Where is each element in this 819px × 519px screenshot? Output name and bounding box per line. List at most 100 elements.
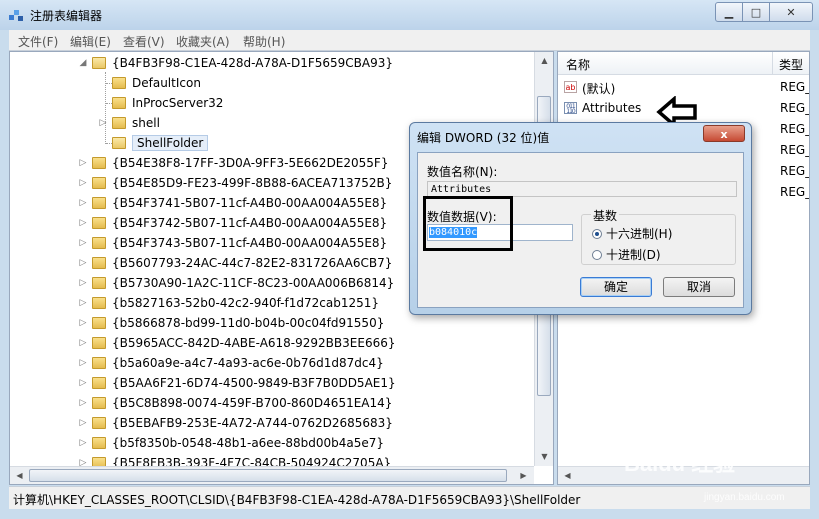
tree-node-label: {B54F3742-5B07-11cf-A4B0-00AA004A55E8} bbox=[112, 216, 388, 230]
tree-node-label: {B5C8B898-0074-459F-B700-860D4651EA14} bbox=[112, 396, 393, 410]
tree-node-label: {B5730A90-1A2C-11CF-8C23-00AA006B6814} bbox=[112, 276, 395, 290]
value-type: REG_ bbox=[780, 101, 810, 115]
expand-arrow-icon[interactable]: ▷ bbox=[78, 218, 88, 228]
tree-node-label: {b5f8350b-0548-48b1-a6ee-88bd00b4a5e7} bbox=[112, 436, 385, 450]
tree-node-label: {B54F3743-5B07-11cf-A4B0-00AA004A55E8} bbox=[112, 236, 388, 250]
watermark-url: jingyan.baidu.com bbox=[704, 492, 785, 503]
tree-node[interactable]: ▷ {B5607793-24AC-44c7-82E2-831726AA6CB7} bbox=[78, 253, 393, 273]
collapse-arrow-icon[interactable]: ◢ bbox=[78, 58, 88, 68]
expand-arrow-icon[interactable]: ▷ bbox=[78, 378, 88, 388]
list-header: 名称 类型 bbox=[558, 52, 809, 75]
menu-help[interactable]: 帮助(H) bbox=[243, 33, 285, 50]
tree-node[interactable]: ▷ {B54E38F8-17FF-3D0A-9FF3-5E662DE2055F} bbox=[78, 153, 389, 173]
column-divider[interactable] bbox=[772, 52, 773, 74]
status-bar: 计算机\HKEY_CLASSES_ROOT\CLSID\{B4FB3F98-C1… bbox=[9, 486, 810, 509]
expand-arrow-icon[interactable]: ▷ bbox=[78, 438, 88, 448]
folder-icon bbox=[92, 397, 106, 409]
folder-icon bbox=[92, 257, 106, 269]
radio-hex-label: 十六进制(H) bbox=[606, 227, 673, 241]
close-button[interactable]: ✕ bbox=[770, 2, 813, 22]
scroll-left-arrow-icon[interactable]: ◀ bbox=[11, 467, 28, 484]
folder-icon bbox=[92, 177, 106, 189]
expand-arrow-icon[interactable]: ▷ bbox=[78, 318, 88, 328]
tree-node-label-selected: ShellFolder bbox=[132, 135, 209, 151]
registry-editor-icon bbox=[9, 10, 23, 21]
tree-node[interactable]: ▷ {b5866878-bd99-11d0-b04b-00c04fd91550} bbox=[78, 313, 385, 333]
expand-arrow-icon[interactable]: ▷ bbox=[98, 118, 108, 128]
tree-node-label: {B5607793-24AC-44c7-82E2-831726AA6CB7} bbox=[112, 256, 393, 270]
tree-node[interactable]: ▷ {b5827163-52b0-42c2-940f-f1d72cab1251} bbox=[78, 293, 379, 313]
radio-hexadecimal[interactable]: 十六进制(H) bbox=[592, 225, 672, 242]
value-name-label: 数值名称(N): bbox=[427, 165, 498, 179]
expand-arrow-icon[interactable]: ▷ bbox=[78, 358, 88, 368]
tree-node[interactable]: ▷ {B5C8B898-0074-459F-B700-860D4651EA14} bbox=[78, 393, 393, 413]
tree-node-label: {B54F3741-5B07-11cf-A4B0-00AA004A55E8} bbox=[112, 196, 388, 210]
dialog-title: 编辑 DWORD (32 位)值 bbox=[417, 131, 550, 145]
tree-node-label: InProcServer32 bbox=[132, 96, 224, 110]
expand-arrow-icon[interactable]: ▷ bbox=[78, 258, 88, 268]
expand-arrow-icon[interactable]: ▷ bbox=[78, 178, 88, 188]
tree-node[interactable]: ▷ {B54E85D9-FE23-499F-8B88-6ACEA713752B} bbox=[78, 173, 393, 193]
tree-node[interactable]: ▷ {B5965ACC-842D-4ABE-A618-9292BB3EE666} bbox=[78, 333, 396, 353]
ok-button[interactable]: 确定 bbox=[580, 277, 652, 297]
radio-dec-label: 十进制(D) bbox=[606, 248, 661, 262]
maximize-button[interactable]: □ bbox=[743, 2, 770, 22]
scroll-up-arrow-icon[interactable]: ▲ bbox=[535, 52, 553, 69]
tree-node[interactable]: ▷ {b5f8350b-0548-48b1-a6ee-88bd00b4a5e7} bbox=[78, 433, 385, 453]
scroll-right-arrow-icon[interactable]: ▶ bbox=[515, 467, 532, 484]
menu-file[interactable]: 文件(F) bbox=[18, 33, 58, 50]
expand-arrow-icon[interactable]: ▷ bbox=[78, 418, 88, 428]
expand-arrow-icon[interactable]: ▷ bbox=[78, 238, 88, 248]
folder-icon bbox=[112, 77, 126, 89]
folder-icon bbox=[92, 197, 106, 209]
tree-node[interactable]: ▷ {B5EBAFB9-253E-4A72-A744-0762D2685683} bbox=[78, 413, 393, 433]
folder-icon bbox=[92, 317, 106, 329]
scroll-thumb[interactable] bbox=[29, 469, 507, 482]
tree-horizontal-scrollbar[interactable]: ◀ ▶ bbox=[10, 466, 534, 484]
scroll-left-arrow-icon[interactable]: ◀ bbox=[559, 467, 576, 484]
expand-arrow-icon[interactable]: ▷ bbox=[78, 398, 88, 408]
annotation-highlight-box bbox=[423, 196, 513, 251]
tree-node-label: {b5827163-52b0-42c2-940f-f1d72cab1251} bbox=[112, 296, 379, 310]
tree-node[interactable]: ▷ {B54F3743-5B07-11cf-A4B0-00AA004A55E8} bbox=[78, 233, 388, 253]
menu-edit[interactable]: 编辑(E) bbox=[70, 33, 111, 50]
scroll-down-arrow-icon[interactable]: ▼ bbox=[535, 448, 553, 465]
tree-node[interactable]: ▷ {b5a60a9e-a4c7-4a93-ac6e-0b76d1d87dc4} bbox=[78, 353, 384, 373]
tree-node-label: {b5a60a9e-a4c7-4a93-ac6e-0b76d1d87dc4} bbox=[112, 356, 384, 370]
value-name-field: Attributes bbox=[427, 181, 737, 197]
edit-dword-dialog: 编辑 DWORD (32 位)值 x 数值名称(N): Attributes 数… bbox=[409, 122, 752, 315]
menu-view[interactable]: 查看(V) bbox=[123, 33, 165, 50]
tree-node[interactable]: ▷ {B54F3742-5B07-11cf-A4B0-00AA004A55E8} bbox=[78, 213, 388, 233]
expand-arrow-icon[interactable]: ▷ bbox=[78, 278, 88, 288]
list-item[interactable]: ab (默认) REG_ bbox=[558, 77, 809, 98]
expand-arrow-icon[interactable]: ▷ bbox=[78, 338, 88, 348]
minimize-button[interactable]: ▁ bbox=[715, 2, 743, 22]
tree-node-label: {B4FB3F98-C1EA-428d-A78A-D1F5659CBA93} bbox=[112, 56, 394, 70]
tree-node-label: shell bbox=[132, 116, 160, 130]
tree-node[interactable]: ▷ {B5AA6F21-6D74-4500-9849-B3F7B0DD5AE1} bbox=[78, 373, 396, 393]
title-bar: 注册表编辑器 ▁ □ ✕ bbox=[0, 0, 819, 30]
tree-node-defaulticon[interactable]: DefaultIcon bbox=[112, 73, 201, 93]
radio-decimal[interactable]: 十进制(D) bbox=[592, 246, 661, 263]
expand-arrow-icon[interactable]: ▷ bbox=[78, 298, 88, 308]
column-header-name[interactable]: 名称 bbox=[566, 56, 590, 73]
folder-open-icon bbox=[92, 57, 106, 69]
expand-arrow-icon[interactable]: ▷ bbox=[78, 198, 88, 208]
tree-node-parent[interactable]: ◢ {B4FB3F98-C1EA-428d-A78A-D1F5659CBA93} bbox=[78, 53, 394, 73]
tree-node-shellfolder[interactable]: ShellFolder bbox=[112, 133, 209, 153]
dialog-close-button[interactable]: x bbox=[703, 125, 745, 142]
tree-node[interactable]: ▷ {B5730A90-1A2C-11CF-8C23-00AA006B6814} bbox=[78, 273, 395, 293]
tree-node-shell[interactable]: ▷ shell bbox=[98, 113, 160, 133]
cancel-button[interactable]: 取消 bbox=[663, 277, 735, 297]
folder-icon bbox=[92, 277, 106, 289]
tree-node[interactable]: ▷ {B54F3741-5B07-11cf-A4B0-00AA004A55E8} bbox=[78, 193, 388, 213]
menu-favorites[interactable]: 收藏夹(A) bbox=[176, 33, 230, 50]
tree-node-inprocserver32[interactable]: InProcServer32 bbox=[112, 93, 223, 113]
expand-arrow-icon[interactable]: ▷ bbox=[78, 158, 88, 168]
column-header-type[interactable]: 类型 bbox=[779, 56, 803, 73]
radio-unselected-icon bbox=[592, 249, 602, 260]
folder-icon bbox=[92, 357, 106, 369]
radio-selected-icon bbox=[592, 228, 602, 239]
folder-icon bbox=[92, 437, 106, 449]
value-name: Attributes bbox=[582, 101, 642, 115]
